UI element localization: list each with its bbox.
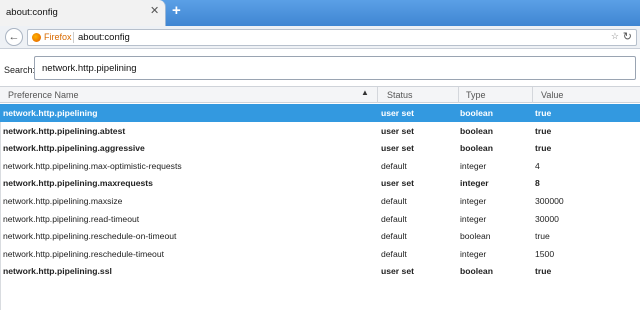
- preference-name: network.http.pipelining.ssl: [3, 266, 112, 277]
- new-tab-button[interactable]: +: [172, 3, 181, 18]
- preference-name: network.http.pipelining: [3, 108, 98, 118]
- preference-status: user set: [381, 178, 414, 189]
- preference-name: network.http.pipelining.abtest: [3, 125, 126, 136]
- preference-type: boolean: [460, 125, 493, 136]
- preference-type: boolean: [460, 231, 491, 242]
- firefox-icon: [32, 33, 41, 42]
- preference-value: true: [535, 125, 552, 136]
- preference-name: network.http.pipelining.read-timeout: [3, 213, 140, 224]
- column-header-type[interactable]: Type: [466, 90, 486, 100]
- table-row[interactable]: network.http.pipelining.read-timeout def…: [0, 210, 640, 228]
- preference-value: 300000: [535, 195, 564, 206]
- table-row[interactable]: network.http.pipelining.reschedule-timeo…: [0, 245, 640, 263]
- identity-label[interactable]: Firefox: [44, 32, 72, 42]
- preference-type: integer: [460, 213, 487, 224]
- preference-name: network.http.pipelining.max-optimistic-r…: [3, 160, 182, 171]
- preference-status: user set: [381, 125, 414, 136]
- search-label: Search:: [4, 65, 36, 75]
- column-header-name[interactable]: Preference Name: [8, 90, 79, 100]
- close-tab-icon[interactable]: ✕: [150, 6, 159, 17]
- url-divider: [73, 32, 74, 43]
- preference-type: boolean: [460, 108, 493, 118]
- table-row[interactable]: network.http.pipelining.aggressive user …: [0, 139, 640, 157]
- preference-value: true: [535, 231, 550, 242]
- preference-value: 4: [535, 160, 540, 171]
- preference-value: true: [535, 143, 552, 154]
- preference-value: true: [535, 266, 552, 277]
- preference-status: default: [381, 231, 407, 242]
- preference-status: default: [381, 248, 407, 259]
- url-text[interactable]: about:config: [78, 32, 130, 43]
- preference-value: 30000: [535, 213, 559, 224]
- table-row[interactable]: network.http.pipelining.reschedule-on-ti…: [0, 227, 640, 245]
- bookmark-star-icon[interactable]: ☆: [611, 31, 619, 42]
- column-header-status[interactable]: Status: [387, 90, 413, 100]
- preference-status: default: [381, 213, 407, 224]
- preference-type: integer: [460, 248, 487, 259]
- table-header: Preference Name ▲ Status Type Value: [0, 86, 640, 103]
- column-divider[interactable]: [532, 87, 533, 103]
- preference-status: user set: [381, 143, 414, 154]
- preference-value: 1500: [535, 248, 555, 259]
- preference-value: true: [535, 108, 552, 118]
- preference-status: default: [381, 195, 407, 206]
- preference-status: default: [381, 160, 407, 171]
- preference-status: user set: [381, 266, 414, 277]
- preference-value: 8: [535, 178, 540, 189]
- preference-name: network.http.pipelining.maxrequests: [3, 178, 153, 189]
- back-button[interactable]: ←: [5, 28, 23, 46]
- tab-about-config[interactable]: about:config ✕: [0, 0, 166, 26]
- url-bar[interactable]: Firefox about:config ☆ ↻: [27, 29, 637, 46]
- preference-type: boolean: [460, 266, 493, 277]
- tab-title: about:config: [6, 7, 58, 18]
- preference-status: user set: [381, 108, 414, 118]
- navigation-bar: ← Firefox about:config ☆ ↻: [0, 26, 640, 49]
- search-input[interactable]: [34, 56, 636, 80]
- preference-name: network.http.pipelining.aggressive: [3, 143, 145, 154]
- preference-type: integer: [460, 195, 487, 206]
- table-row[interactable]: network.http.pipelining.abtest user set …: [0, 122, 640, 140]
- preferences-table: network.http.pipelining user set boolean…: [0, 104, 640, 280]
- column-divider[interactable]: [377, 87, 378, 103]
- preference-type: boolean: [460, 143, 493, 154]
- table-row[interactable]: network.http.pipelining user set boolean…: [0, 104, 640, 122]
- sort-ascending-icon[interactable]: ▲: [361, 88, 369, 97]
- table-row[interactable]: network.http.pipelining.max-optimistic-r…: [0, 157, 640, 175]
- table-row[interactable]: network.http.pipelining.maxsize default …: [0, 192, 640, 210]
- column-header-value[interactable]: Value: [541, 90, 563, 100]
- reload-icon[interactable]: ↻: [623, 30, 632, 43]
- column-divider[interactable]: [458, 87, 459, 103]
- table-row[interactable]: network.http.pipelining.ssl user set boo…: [0, 262, 640, 280]
- tab-strip: about:config ✕ +: [0, 0, 640, 26]
- preference-type: integer: [460, 178, 489, 189]
- table-row[interactable]: network.http.pipelining.maxrequests user…: [0, 174, 640, 192]
- preference-type: integer: [460, 160, 487, 171]
- preference-name: network.http.pipelining.maxsize: [3, 195, 123, 206]
- preference-name: network.http.pipelining.reschedule-timeo…: [3, 248, 164, 259]
- preference-name: network.http.pipelining.reschedule-on-ti…: [3, 231, 177, 242]
